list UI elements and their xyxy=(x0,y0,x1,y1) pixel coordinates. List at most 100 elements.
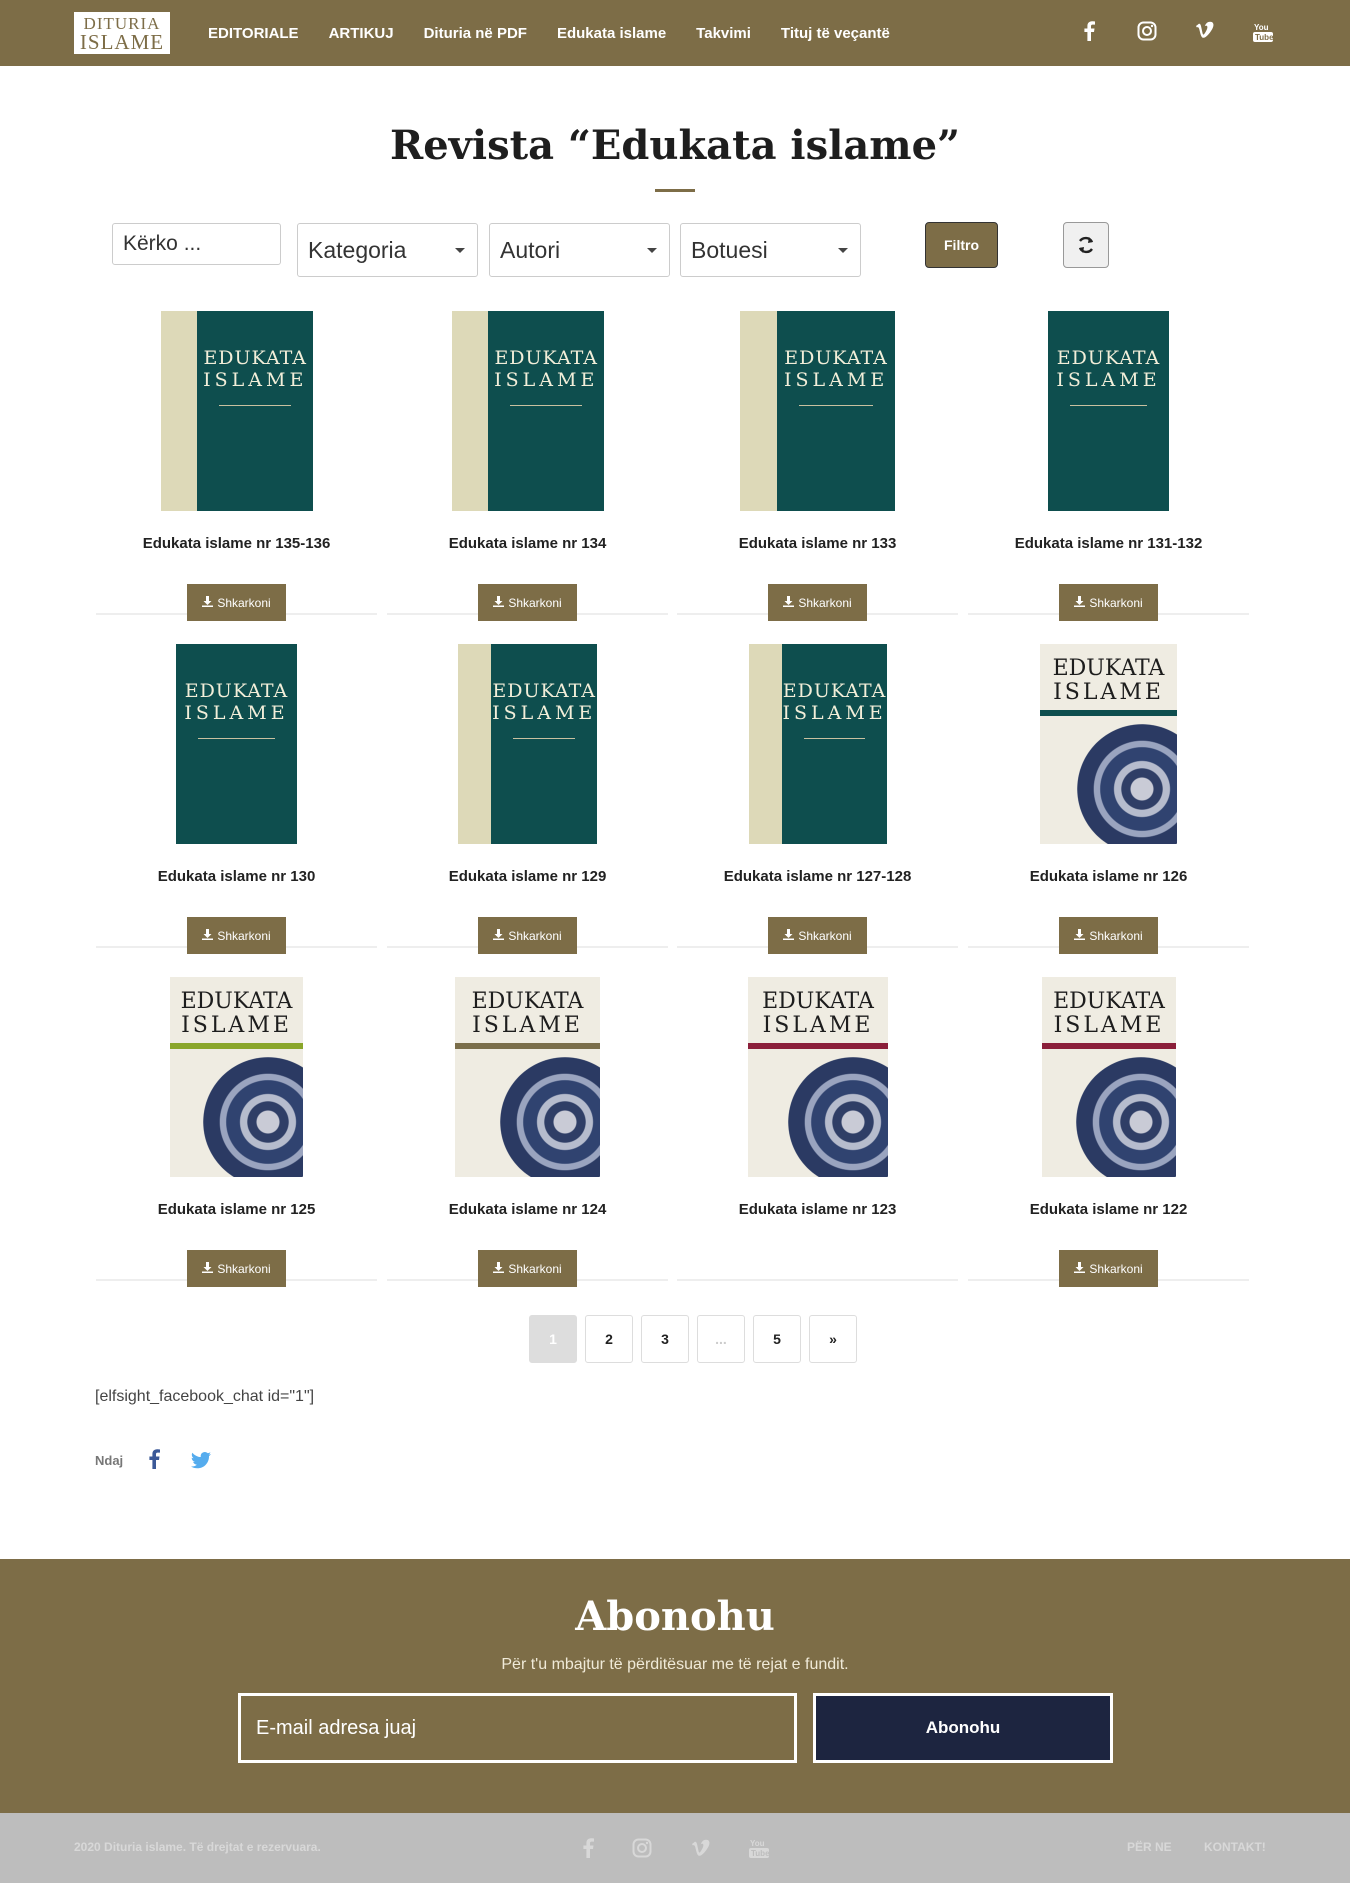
page-2[interactable]: 2 xyxy=(585,1315,633,1363)
magazine-cover-image[interactable]: EDUKATA ISLAME xyxy=(1040,644,1177,844)
instagram-icon[interactable] xyxy=(1137,21,1161,45)
download-button[interactable]: Shkarkoni xyxy=(478,917,577,954)
facebook-icon[interactable] xyxy=(1083,21,1107,45)
magazine-cover-image[interactable]: EDUKATA ISLAME xyxy=(458,644,597,844)
download-button[interactable]: Shkarkoni xyxy=(1059,917,1158,954)
filter-button[interactable]: Filtro xyxy=(925,222,998,268)
magazine-cover-image[interactable]: EDUKATA ISLAME xyxy=(176,644,297,844)
magazine-title[interactable]: Edukata islame nr 126 xyxy=(968,868,1249,885)
download-button[interactable]: Shkarkoni xyxy=(187,584,286,621)
cover-band xyxy=(748,1043,888,1049)
nav-editoriale[interactable]: EDITORIALE xyxy=(208,25,299,42)
download-label: Shkarkoni xyxy=(798,928,852,943)
download-icon xyxy=(493,928,505,943)
cover-title-line-2: ISLAME xyxy=(782,702,887,724)
refresh-button[interactable] xyxy=(1063,222,1109,268)
download-button[interactable]: Shkarkoni xyxy=(478,1250,577,1287)
magazine-card: EDUKATA ISLAME Edukata islame nr 129 Shkark… xyxy=(387,635,668,954)
magazine-title[interactable]: Edukata islame nr 131-132 xyxy=(968,535,1249,552)
magazine-title[interactable]: Edukata islame nr 134 xyxy=(387,535,668,552)
magazine-title[interactable]: Edukata islame nr 125 xyxy=(96,1201,377,1218)
author-select[interactable]: Autori xyxy=(489,223,670,277)
magazine-cover-image[interactable]: EDUKATA ISLAME xyxy=(748,977,888,1177)
search-input[interactable]: Kërko ... xyxy=(112,223,281,265)
download-icon xyxy=(493,1261,505,1276)
nav-artikuj[interactable]: ARTIKUJ xyxy=(329,25,394,42)
chevron-down-icon xyxy=(455,248,465,253)
page-title: Revista “Edukata islame” xyxy=(389,122,961,169)
magazine-card: EDUKATA ISLAME Edukata islame nr 125 Shkark… xyxy=(96,968,377,1287)
footer: 2020 Dituria islame. Të drejtat e rezerv… xyxy=(0,1813,1350,1883)
subscribe-button[interactable]: Abonohu xyxy=(813,1693,1113,1763)
nav-edukata-islame[interactable]: Edukata islame xyxy=(557,25,666,42)
twitter-share-icon[interactable] xyxy=(191,1452,213,1470)
page-3[interactable]: 3 xyxy=(641,1315,689,1363)
youtube-icon[interactable]: You Tube xyxy=(747,1836,771,1860)
download-icon xyxy=(1074,1261,1086,1276)
nav-dituria-pdf[interactable]: Dituria në PDF xyxy=(424,25,527,42)
cover-rosette xyxy=(788,1057,888,1177)
site-logo[interactable]: DITURIA ISLAME xyxy=(74,12,170,54)
magazine-title[interactable]: Edukata islame nr 122 xyxy=(968,1201,1249,1218)
facebook-icon[interactable] xyxy=(576,1836,600,1860)
magazine-card: EDUKATA ISLAME Edukata islame nr 131-132 Sh… xyxy=(968,302,1249,621)
footer-link-about[interactable]: PËR NE xyxy=(1127,1840,1172,1854)
magazine-cover-image[interactable]: EDUKATA ISLAME xyxy=(1048,311,1169,511)
download-button[interactable]: Shkarkoni xyxy=(478,584,577,621)
cover-title-line-1: EDUKATA xyxy=(782,680,887,702)
vimeo-icon[interactable] xyxy=(689,1836,713,1860)
cover-rosette xyxy=(1077,724,1177,844)
cover-title-line-2: ISLAME xyxy=(184,702,289,724)
download-icon xyxy=(493,595,505,610)
cover-spine xyxy=(161,311,198,511)
cover-title-line-2: ISLAME xyxy=(1056,369,1161,391)
publisher-select-value: Botuesi xyxy=(691,236,768,263)
svg-text:Tube: Tube xyxy=(751,1849,769,1858)
page-ellipsis: ... xyxy=(697,1315,745,1363)
page-next[interactable]: » xyxy=(809,1315,857,1363)
download-button[interactable]: Shkarkoni xyxy=(1059,584,1158,621)
download-icon xyxy=(1074,595,1086,610)
magazine-title[interactable]: Edukata islame nr 127-128 xyxy=(677,868,958,885)
email-field[interactable]: E-mail adresa juaj xyxy=(238,1693,797,1763)
magazine-title[interactable]: Edukata islame nr 133 xyxy=(677,535,958,552)
youtube-icon[interactable]: You Tube xyxy=(1253,21,1277,45)
logo-line-2: ISLAME xyxy=(79,30,165,54)
magazine-cover-image[interactable]: EDUKATA ISLAME xyxy=(452,311,604,511)
magazine-title[interactable]: Edukata islame nr 130 xyxy=(96,868,377,885)
download-icon xyxy=(783,928,795,943)
publisher-select[interactable]: Botuesi xyxy=(680,223,861,277)
download-button[interactable]: Shkarkoni xyxy=(187,917,286,954)
cover-rosette xyxy=(1076,1057,1176,1177)
magazine-title[interactable]: Edukata islame nr 135-136 xyxy=(96,535,377,552)
nav-takvimi[interactable]: Takvimi xyxy=(696,25,751,42)
magazine-title[interactable]: Edukata islame nr 129 xyxy=(387,868,668,885)
page-5[interactable]: 5 xyxy=(753,1315,801,1363)
download-button[interactable]: Shkarkoni xyxy=(1059,1250,1158,1287)
magazine-title[interactable]: Edukata islame nr 124 xyxy=(387,1201,668,1218)
vimeo-icon[interactable] xyxy=(1195,21,1219,45)
cover-title-line-2: ISLAME xyxy=(494,369,599,391)
magazine-cover-image[interactable]: EDUKATA ISLAME xyxy=(170,977,303,1177)
page-1[interactable]: 1 xyxy=(529,1315,577,1363)
facebook-share-icon[interactable] xyxy=(148,1449,164,1471)
chevron-down-icon xyxy=(647,248,657,253)
instagram-icon[interactable] xyxy=(630,1836,654,1860)
magazine-cover-image[interactable]: EDUKATA ISLAME xyxy=(455,977,600,1177)
magazine-cover-image[interactable]: EDUKATA ISLAME xyxy=(1042,977,1176,1177)
nav-tituj-vecante[interactable]: Tituj të veçantë xyxy=(781,25,890,42)
magazine-title[interactable]: Edukata islame nr 123 xyxy=(677,1201,958,1218)
download-button[interactable]: Shkarkoni xyxy=(187,1250,286,1287)
magazine-cover-image[interactable]: EDUKATA ISLAME xyxy=(749,644,887,844)
magazine-cover-image[interactable]: EDUKATA ISLAME xyxy=(161,311,313,511)
footer-link-contact[interactable]: KONTAKT! xyxy=(1204,1840,1266,1854)
magazine-cover-image[interactable]: EDUKATA ISLAME xyxy=(740,311,895,511)
download-label: Shkarkoni xyxy=(1089,1261,1143,1276)
cover-band xyxy=(455,1043,600,1049)
download-label: Shkarkoni xyxy=(798,595,852,610)
category-select[interactable]: Kategoria xyxy=(297,223,478,277)
magazine-card: EDUKATA ISLAME Edukata islame nr 134 Shkark… xyxy=(387,302,668,621)
download-button[interactable]: Shkarkoni xyxy=(768,584,867,621)
cover-title-line-1: EDUKATA xyxy=(784,347,888,369)
download-button[interactable]: Shkarkoni xyxy=(768,917,867,954)
